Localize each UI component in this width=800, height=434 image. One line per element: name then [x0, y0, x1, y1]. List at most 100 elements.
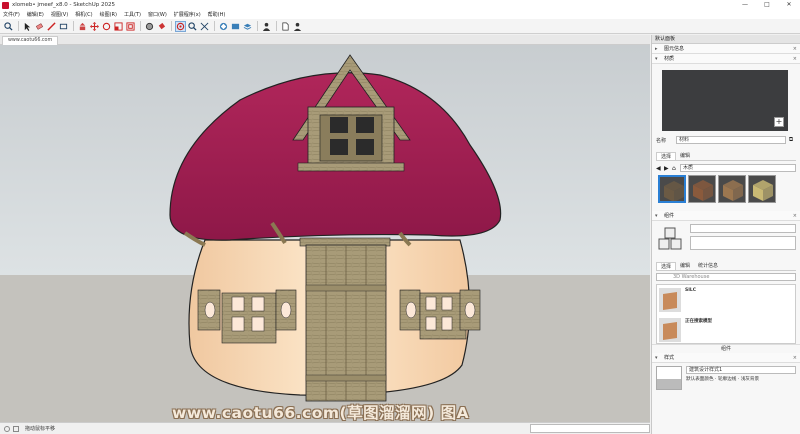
tape-icon[interactable] — [144, 21, 155, 32]
close-icon[interactable]: × — [793, 211, 797, 221]
paint-bucket-icon[interactable] — [156, 21, 167, 32]
geo-icon[interactable] — [13, 425, 19, 432]
component-thumbnail — [659, 288, 681, 312]
push-pull-icon[interactable] — [77, 21, 88, 32]
list-item[interactable]: SILC — [657, 285, 795, 315]
style-info: 建筑设计样式1 默认表面颜色 · 轮廓边线 · 浅灰背景 — [656, 366, 796, 390]
layers-icon[interactable] — [242, 21, 253, 32]
3d-viewport[interactable]: www.caotu66.com(草图溜溜网) 图A — [0, 45, 650, 422]
entity-info-header[interactable]: ▸ 图元信息 × — [652, 44, 800, 54]
eraser-icon[interactable] — [34, 21, 45, 32]
status-text: 拖动鼠标平移 — [25, 426, 56, 432]
style-thumbnail[interactable] — [656, 366, 682, 390]
menu-file[interactable]: 文件(F) — [3, 11, 20, 18]
component-tabs: 选择 编辑 统计信息 — [656, 262, 796, 271]
toolbar-separator — [257, 21, 258, 31]
material-preview: + — [662, 70, 788, 131]
offset-icon[interactable] — [125, 21, 136, 32]
material-library-select[interactable]: 木质 — [680, 164, 796, 172]
menu-help[interactable]: 帮助(H) — [208, 11, 226, 18]
pan-icon[interactable] — [187, 21, 198, 32]
menu-window[interactable]: 窗口(W) — [148, 11, 167, 18]
document-icon[interactable] — [280, 21, 291, 32]
toolbar-separator — [140, 21, 141, 31]
info-icon[interactable] — [4, 425, 10, 432]
menu-view[interactable]: 视图(V) — [51, 11, 68, 18]
rotate-icon[interactable] — [101, 21, 112, 32]
forward-icon[interactable]: ▶ — [664, 165, 672, 172]
style-description: 默认表面颜色 · 轮廓边线 · 浅灰背景 — [686, 377, 760, 382]
minimize-button[interactable]: — — [734, 0, 756, 10]
close-button[interactable]: ✕ — [778, 0, 800, 10]
zoom-extents-icon[interactable] — [199, 21, 210, 32]
component-cubes-icon — [656, 224, 686, 258]
toolbar-separator — [214, 21, 215, 31]
materials-header[interactable]: ▾ 材质 × — [652, 54, 800, 64]
window-controls: — □ ✕ — [734, 0, 800, 10]
extension-icon[interactable] — [230, 21, 241, 32]
person-icon[interactable] — [261, 21, 272, 32]
pencil-icon[interactable] — [46, 21, 57, 32]
warehouse-icon[interactable] — [218, 21, 229, 32]
toolbar-separator — [73, 21, 74, 31]
mushroom-house-model — [169, 54, 502, 402]
sample-paint-icon[interactable]: ⧉ — [786, 136, 796, 144]
scale-icon[interactable] — [113, 21, 124, 32]
tab-select[interactable]: 选择 — [656, 262, 677, 270]
style-name-field[interactable]: 建筑设计样式1 — [686, 366, 796, 374]
chevron-down-icon: ▾ — [655, 212, 658, 219]
tab-edit[interactable]: 编辑 — [676, 262, 694, 270]
menu-tools[interactable]: 工具(T) — [124, 11, 141, 18]
share-icon[interactable] — [292, 21, 303, 32]
rectangle-icon[interactable] — [58, 21, 69, 32]
orbit-icon[interactable] — [175, 20, 186, 32]
material-name-field[interactable]: 材料 — [676, 136, 786, 144]
material-swatches — [658, 175, 795, 205]
material-name-row: 名称 材料 ⧉ — [652, 136, 800, 144]
material-swatch[interactable] — [688, 175, 716, 203]
material-name-label: 名称 — [656, 137, 667, 144]
tab-statistics[interactable]: 统计信息 — [694, 262, 722, 270]
component-name-field[interactable] — [690, 224, 796, 233]
close-icon[interactable]: × — [793, 54, 797, 64]
sketchup-logo-icon — [2, 1, 9, 9]
document-tab-bar: www.caotu66.com — [0, 35, 650, 45]
back-icon[interactable]: ◀ — [656, 165, 664, 172]
maximize-button[interactable]: □ — [756, 0, 778, 10]
toolbar-separator — [18, 21, 19, 31]
menu-extensions[interactable]: 扩展程序(x) — [174, 11, 201, 18]
material-swatch[interactable] — [718, 175, 746, 203]
default-tray: 默认面板 ▸ 图元信息 × ▾ 材质 × + 名称 材料 ⧉ 选择 编辑 ◀ ▶… — [651, 35, 800, 434]
material-swatch[interactable] — [748, 175, 776, 203]
document-tab[interactable]: www.caotu66.com — [2, 36, 59, 45]
select-arrow-icon[interactable] — [22, 21, 33, 32]
toolbar-separator — [276, 21, 277, 31]
menu-draw[interactable]: 绘图(R) — [100, 11, 117, 18]
component-list[interactable]: SILC 正在搜索模型 — [656, 284, 796, 344]
material-swatch[interactable] — [658, 175, 686, 203]
tab-edit[interactable]: 编辑 — [676, 152, 694, 160]
menu-edit[interactable]: 编辑(E) — [27, 11, 44, 18]
search-icon[interactable] — [3, 21, 14, 32]
watermark-text: www.caotu66.com(草图溜溜网) 图A — [172, 404, 470, 422]
list-item[interactable]: 正在搜索模型 — [657, 315, 795, 345]
close-icon[interactable]: × — [793, 44, 797, 54]
chevron-down-icon: ▾ — [655, 354, 658, 361]
window-title: xlomeb• jmeef_x8.0 - SketchUp 2025 — [12, 2, 115, 8]
components-header[interactable]: ▾ 组件 × — [652, 211, 800, 221]
create-material-button[interactable]: + — [774, 117, 784, 127]
tab-select[interactable]: 选择 — [656, 152, 677, 160]
components-footer: 组件 — [652, 344, 800, 353]
measurements-box[interactable] — [530, 424, 650, 433]
home-icon[interactable]: ⌂ — [672, 165, 680, 172]
close-icon[interactable]: × — [793, 353, 797, 363]
warehouse-search-input[interactable]: 3D Warehouse — [656, 273, 796, 281]
component-description-field[interactable] — [690, 236, 796, 250]
material-library-row: ◀ ▶ ⌂ 木质 — [652, 164, 800, 172]
main-toolbar — [0, 19, 800, 34]
menu-bar: 文件(F) 编辑(E) 视图(V) 相机(C) 绘图(R) 工具(T) 窗口(W… — [0, 10, 800, 19]
chevron-down-icon: ▾ — [655, 55, 658, 62]
menu-camera[interactable]: 相机(C) — [75, 11, 92, 18]
styles-header[interactable]: ▾ 样式 × — [652, 353, 800, 363]
move-icon[interactable] — [89, 21, 100, 32]
